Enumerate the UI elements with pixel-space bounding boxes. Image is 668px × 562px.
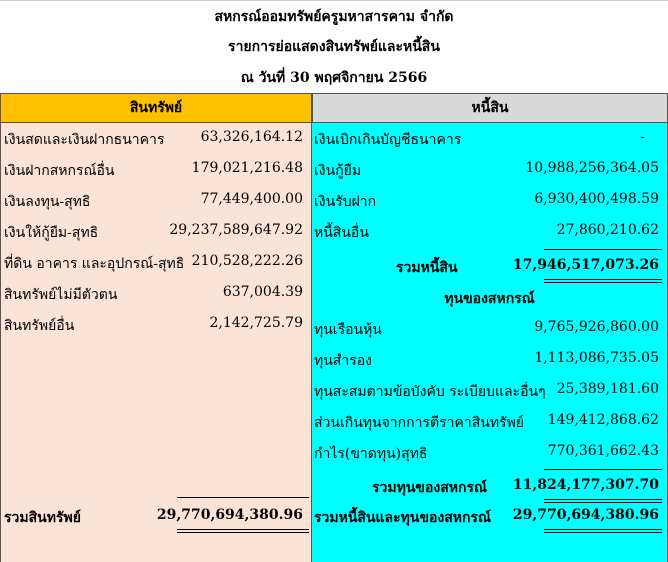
asset-value: 637,004.39 (222, 284, 303, 300)
assets-total-double-rule (177, 529, 309, 533)
asset-value: 63,326,164.12 (200, 129, 303, 145)
equity-label: ทุนสำรอง (314, 353, 372, 369)
grand-total-value: 29,770,694,380.96 (512, 507, 659, 523)
liability-value: - (640, 129, 645, 145)
liabilities-total-rule (544, 249, 662, 250)
assets-total-value: 29,770,694,380.96 (156, 507, 303, 523)
liability-label: หนี้สินอื่น (314, 225, 369, 241)
asset-value: 179,021,216.48 (191, 160, 303, 176)
equity-value: 1,113,086,735.05 (534, 350, 659, 366)
report-title: รายการย่อแสดงสินทรัพย์และหนี้สิน (0, 31, 668, 63)
asset-label: สินทรัพย์ไม่มีตัวตน (4, 287, 118, 303)
equity-total-value: 11,824,177,307.70 (512, 477, 659, 493)
equity-total-rule (544, 469, 662, 470)
liability-label: เงินกู้ยืม (314, 163, 362, 179)
liability-row: เงินกู้ยืม 10,988,256,364.05 (312, 156, 667, 184)
equity-heading-row: ทุนของสหกรณ์ (312, 284, 667, 312)
asset-row: ที่ดิน อาคาร และอุปกรณ์-สุทธิ 210,528,22… (1, 249, 311, 277)
asset-label: สินทรัพย์อื่น (4, 318, 75, 334)
equity-label: ทุนเรือนหุ้น (314, 322, 382, 338)
liabilities-total-label: รวมหนี้สิน (396, 260, 458, 276)
asset-row: เงินฝากสหกรณ์อื่น 179,021,216.48 (1, 156, 311, 184)
equity-row: ทุนสะสมตามข้อบังคับ ระเบียบและอื่นๆ 25,3… (312, 377, 667, 405)
asset-row: เงินลงทุน-สุทธิ 77,449,400.00 (1, 187, 311, 215)
liabilities-total-value: 17,946,517,073.26 (512, 257, 659, 273)
asset-value: 77,449,400.00 (200, 191, 303, 207)
equity-value: 149,412,868.62 (547, 412, 659, 428)
equity-row: กำไร(ขาดทุน)สุทธิ 770,361,662.43 (312, 439, 667, 467)
asset-row: เงินให้กู้ยืม-สุทธิ 29,237,589,647.92 (1, 218, 311, 246)
liability-label: เงินเบิกเกินบัญชีธนาคาร (314, 132, 462, 148)
equity-total-row: รวมทุนของสหกรณ์ 11,824,177,307.70 (312, 473, 667, 501)
asset-row: สินทรัพย์ไม่มีตัวตน 637,004.39 (1, 280, 311, 308)
liabilities-total-double-rule (544, 279, 662, 283)
equity-label: กำไร(ขาดทุน)สุทธิ (314, 446, 428, 462)
report-date: ณ วันที่ 30 พฤศจิกายน 2566 (0, 62, 668, 94)
asset-label: ที่ดิน อาคาร และอุปกรณ์-สุทธิ (4, 256, 185, 272)
assets-pane: เงินสดและเงินฝากธนาคาร 63,326,164.12 เงิ… (0, 123, 312, 562)
grand-total-row: รวมหนี้สินและทุนของสหกรณ์ 29,770,694,380… (312, 503, 667, 531)
asset-value: 29,237,589,647.92 (169, 222, 303, 238)
equity-total-label: รวมทุนของสหกรณ์ (372, 480, 487, 496)
asset-value: 2,142,725.79 (209, 315, 303, 331)
liabilities-pane: เงินเบิกเกินบัญชีธนาคาร - เงินกู้ยืม 10,… (312, 123, 668, 562)
liability-label: เงินรับฝาก (314, 194, 377, 210)
equity-row: ทุนสำรอง 1,113,086,735.05 (312, 346, 667, 374)
equity-row: ทุนเรือนหุ้น 9,765,926,860.00 (312, 315, 667, 343)
equity-heading: ทุนของสหกรณ์ (444, 291, 535, 307)
equity-row: ส่วนเกินทุนจากการตีราคาสินทรัพย์ 149,412… (312, 408, 667, 436)
asset-row: เงินสดและเงินฝากธนาคาร 63,326,164.12 (1, 125, 311, 153)
equity-label: ทุนสะสมตามข้อบังคับ ระเบียบและอื่นๆ (314, 384, 546, 400)
equity-value: 25,389,181.60 (556, 381, 659, 397)
asset-label: เงินลงทุน-สุทธิ (4, 194, 91, 210)
org-title: สหกรณ์ออมทรัพย์ครูมหาสารคาม จำกัด (0, 0, 668, 33)
assets-total-row: รวมสินทรัพย์ 29,770,694,380.96 (1, 503, 311, 531)
assets-total-rule (177, 497, 309, 498)
balance-sheet: สหกรณ์ออมทรัพย์ครูมหาสารคาม จำกัด รายการ… (0, 0, 668, 562)
liability-row: เงินเบิกเกินบัญชีธนาคาร - (312, 125, 667, 153)
liability-row: เงินรับฝาก 6,930,400,498.59 (312, 187, 667, 215)
equity-value: 770,361,662.43 (547, 443, 659, 459)
liability-value: 6,930,400,498.59 (534, 191, 659, 207)
liability-value: 10,988,256,364.05 (525, 160, 659, 176)
liability-row: หนี้สินอื่น 27,860,210.62 (312, 218, 667, 246)
asset-value: 210,528,222.26 (191, 253, 303, 269)
asset-label: เงินให้กู้ยืม-สุทธิ (4, 225, 99, 241)
equity-value: 9,765,926,860.00 (534, 319, 659, 335)
liabilities-heading: หนี้สิน (312, 93, 668, 123)
liability-value: 27,860,210.62 (556, 222, 659, 238)
asset-label: เงินฝากสหกรณ์อื่น (4, 163, 115, 179)
equity-label: ส่วนเกินทุนจากการตีราคาสินทรัพย์ (314, 415, 524, 431)
grand-total-double-rule (544, 529, 662, 533)
assets-total-label: รวมสินทรัพย์ (4, 510, 81, 526)
asset-label: เงินสดและเงินฝากธนาคาร (4, 132, 165, 148)
assets-heading: สินทรัพย์ (0, 93, 312, 123)
asset-row: สินทรัพย์อื่น 2,142,725.79 (1, 311, 311, 339)
liabilities-total-row: รวมหนี้สิน 17,946,517,073.26 (312, 253, 667, 281)
grand-total-label: รวมหนี้สินและทุนของสหกรณ์ (314, 510, 492, 526)
